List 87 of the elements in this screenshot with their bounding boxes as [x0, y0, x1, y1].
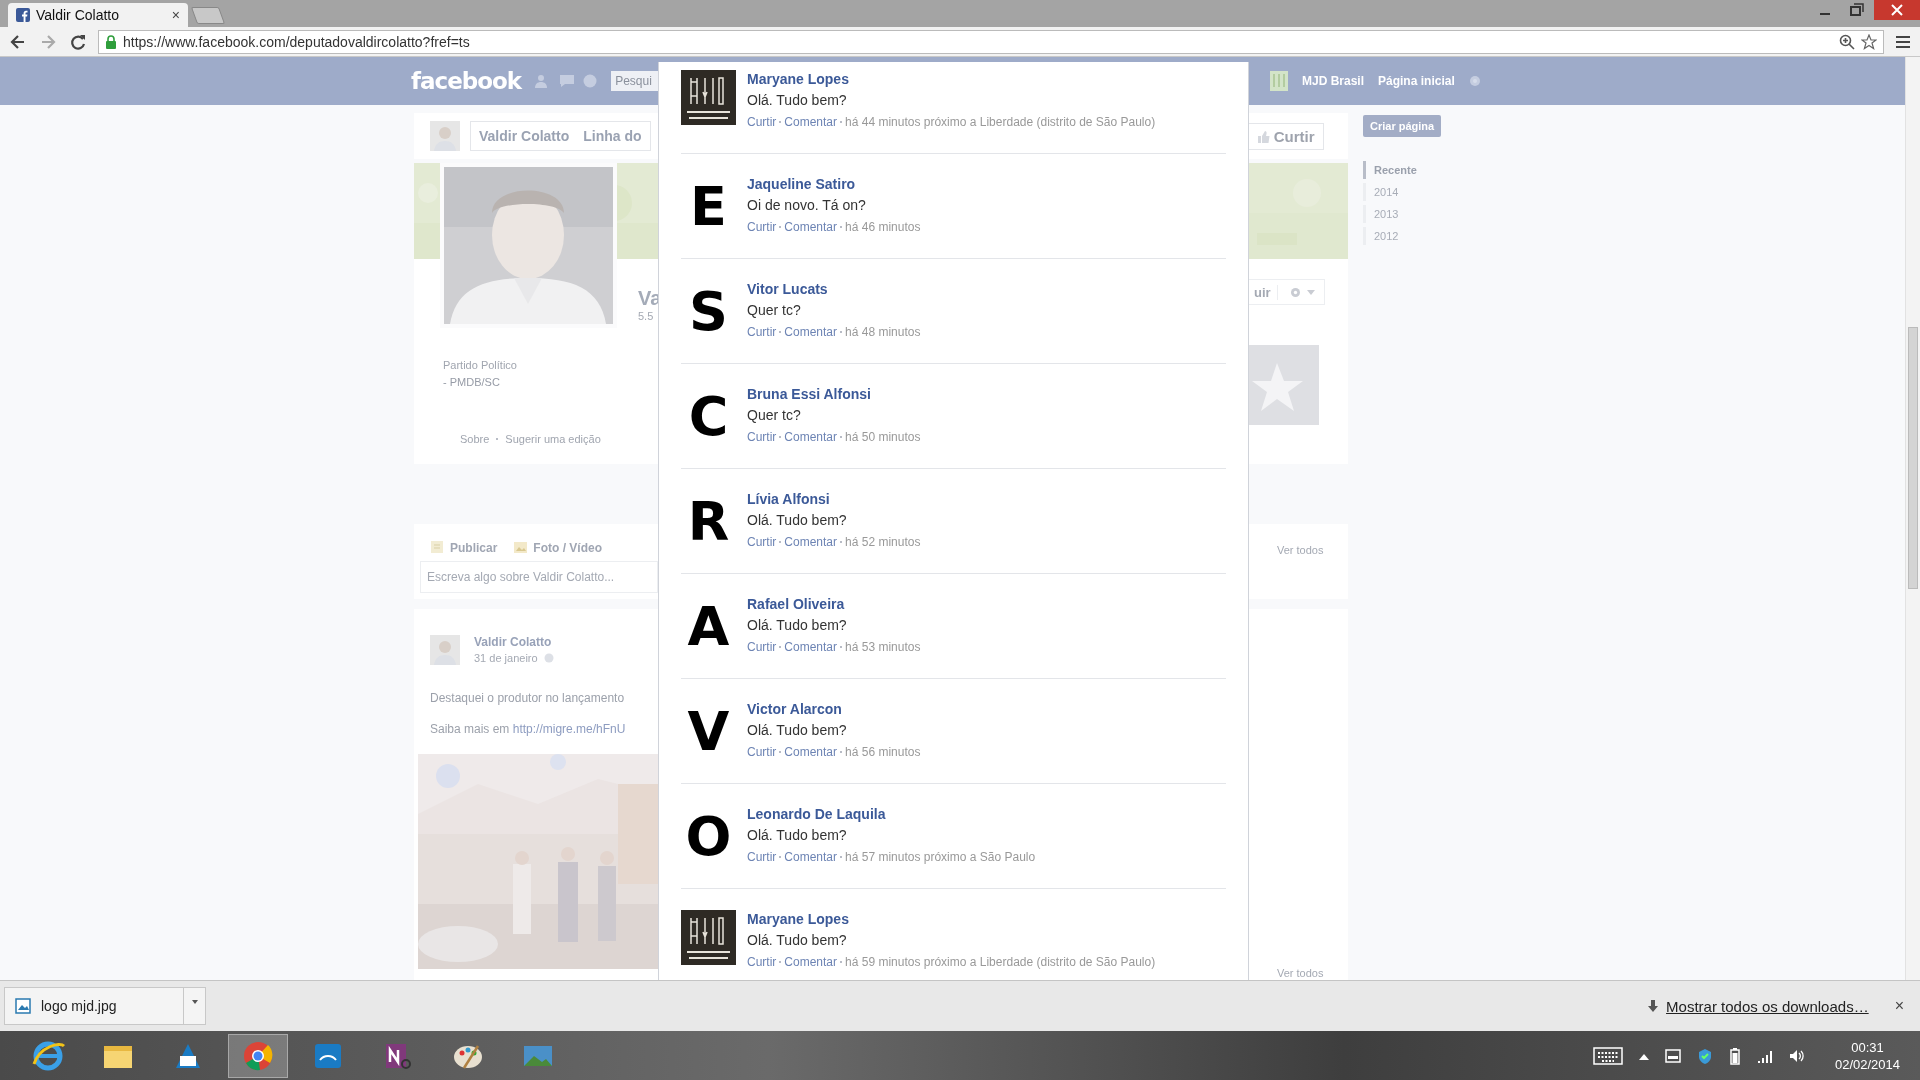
page-tab[interactable]: Valdir Colatto [479, 128, 570, 144]
avatar-letter: O [684, 809, 733, 864]
comment-action-link[interactable]: Curtir [747, 217, 777, 237]
comment-action-link[interactable]: Comentar [784, 322, 838, 342]
comment-time: há 44 minutos próximo a Liberdade (distrito de São Paulo) [845, 114, 1156, 131]
comment-time: há 52 minutos [845, 534, 921, 551]
comment-action-link[interactable]: Comentar [784, 532, 838, 552]
avatar-letter: E [689, 179, 728, 234]
commenter-name[interactable]: Victor Alarcon [747, 699, 842, 719]
facebook-logo[interactable]: facebook [411, 68, 522, 94]
comment-action-link[interactable]: Curtir [747, 427, 777, 447]
avatar-letter: V [686, 704, 731, 759]
url-text: https://www.facebook.com/deputadovaldircolatto?fref=ts [123, 33, 470, 50]
author-name[interactable]: Valdir Colatto [474, 635, 554, 649]
comment-action-link[interactable]: Comentar [784, 847, 838, 867]
comment-action-link[interactable]: Comentar [784, 637, 838, 657]
comment-action-link[interactable]: Curtir [747, 322, 777, 342]
avatar-letter: C [687, 389, 730, 444]
timeline-item[interactable]: 2012 [1363, 227, 1500, 245]
comment-action-link[interactable]: Comentar [784, 742, 838, 762]
comment-time: há 50 minutos [845, 429, 921, 446]
timeline-item[interactable]: Recente [1363, 161, 1500, 179]
comment-text: Quer tc? [747, 406, 801, 425]
post-text: Destaquei o produtor no lançamento [429, 691, 626, 705]
comment-text: Olá. Tudo bem? [747, 826, 847, 845]
commenter-name[interactable]: Vitor Lucats [747, 279, 828, 299]
avatar-letter: A [686, 599, 731, 654]
search-field[interactable]: Pesqui [611, 71, 658, 91]
about-link[interactable]: Sugerir uma edição [505, 433, 601, 445]
avatar-letter: S [688, 284, 729, 339]
show-all-downloads-link[interactable]: Mostrar todos os downloads… [1666, 997, 1869, 1015]
about-text: - PMDB/SC [443, 375, 501, 390]
category-label: Partido Político [443, 358, 518, 373]
composer-tab[interactable]: Publicar [430, 540, 498, 555]
comment-action-link[interactable]: Comentar [784, 112, 838, 132]
comment-text: Quer tc? [747, 301, 801, 320]
comment-action-link[interactable]: Curtir [747, 112, 777, 132]
post-date[interactable]: 31 de janeiro [474, 652, 538, 664]
comment-text: Olá. Tudo bem? [747, 931, 847, 950]
tab-close-button[interactable]: × [171, 7, 180, 23]
nav-link[interactable]: MJD Brasil [1302, 74, 1365, 88]
download-item[interactable]: logo mjd.jpg [4, 987, 184, 1025]
comment-action-link[interactable]: Curtir [747, 847, 777, 867]
avatar-letter: R [686, 494, 731, 549]
comment-time: há 48 minutos [845, 324, 921, 341]
comment-text: Oi de novo. Tá on? [747, 196, 866, 215]
see-all-link[interactable]: Ver todos [1277, 967, 1324, 979]
commenter-name[interactable]: Maryane Lopes [747, 909, 849, 929]
timeline-item[interactable]: 2014 [1363, 183, 1500, 201]
browser-tab[interactable]: Valdir Colatto × [8, 3, 188, 27]
comment-action-link[interactable]: Curtir [747, 952, 777, 972]
commenter-name[interactable]: Rafael Oliveira [747, 594, 845, 614]
create-page-button[interactable]: Criar página [1363, 115, 1442, 137]
about-link[interactable]: Sobre [460, 433, 490, 445]
comment-text: Olá. Tudo bem? [747, 721, 847, 740]
commenter-name[interactable]: Maryane Lopes [747, 69, 849, 89]
commenter-name[interactable]: Bruna Essi Alfonsi [747, 384, 871, 404]
composer-tab[interactable]: Foto / Vídeo [513, 540, 603, 555]
comment-time: há 59 minutos próximo a Liberdade (distrito de São Paulo) [845, 954, 1156, 971]
comment-time: há 46 minutos [845, 219, 921, 236]
comment-action-link[interactable]: Comentar [784, 952, 838, 972]
comment-action-link[interactable]: Curtir [747, 742, 777, 762]
post-input[interactable]: Escreva algo sobre Valdir Colatto... [420, 561, 658, 593]
comment-action-link[interactable]: Comentar [784, 217, 838, 237]
page-tab[interactable]: Linha do [583, 128, 642, 144]
commenter-name[interactable]: Leonardo De Laquila [747, 804, 886, 824]
comment-action-link[interactable]: Curtir [747, 532, 777, 552]
taskbar-clock[interactable]: 00:31 02/02/2014 [1834, 1038, 1900, 1073]
tab-title: Valdir Colatto [36, 7, 120, 23]
timeline-item[interactable]: 2013 [1363, 205, 1500, 223]
post-link[interactable]: http://migre.me/hFnU [512, 722, 626, 736]
comment-action-link[interactable]: Comentar [784, 427, 838, 447]
post-link-line: Saiba mais em http://migre.me/hFnU [429, 722, 627, 736]
comment-time: há 57 minutos próximo a São Paulo [845, 849, 1036, 866]
see-all-link[interactable]: Ver todos [1277, 544, 1324, 556]
nav-link[interactable]: Página inicial [1378, 74, 1455, 88]
comment-action-link[interactable]: Curtir [747, 637, 777, 657]
close-button[interactable]: × [1894, 997, 1904, 1015]
address-bar[interactable]: https://www.facebook.com/deputadovaldircolatto?fref=ts [98, 29, 1884, 54]
comment-text: Olá. Tudo bem? [747, 616, 847, 635]
commenter-name[interactable]: Lívia Alfonsi [747, 489, 830, 509]
comment-time: há 53 minutos [845, 639, 921, 656]
comment-text: Olá. Tudo bem? [747, 511, 847, 530]
comment-time: há 56 minutos [845, 744, 921, 761]
likes-count: 5.5 [638, 310, 655, 322]
commenter-name[interactable]: Jaqueline Satiro [747, 174, 856, 194]
comment-text: Olá. Tudo bem? [747, 91, 847, 110]
